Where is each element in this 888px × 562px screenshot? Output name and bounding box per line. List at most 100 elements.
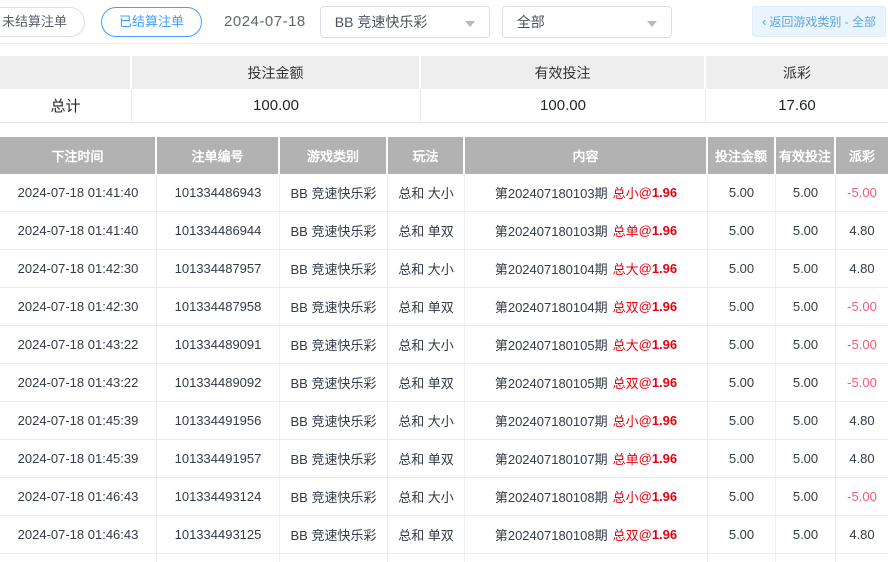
bet-content-cell: 第202407180107期总小@1.96 <box>465 402 708 440</box>
odds-separator: @ <box>639 489 652 504</box>
play-type-cell: 总和 大小 <box>388 478 465 516</box>
bet-amount-cell: 5.00 <box>708 516 776 554</box>
chevron-down-icon <box>647 21 657 27</box>
play-type-cell: 总和 单双 <box>388 440 465 478</box>
bet-time-cell: 2024-07-18 01:46:43 <box>0 478 157 516</box>
bet-time-cell: 2024-07-18 01:45:39 <box>0 440 157 478</box>
payout-cell: 4.80 <box>836 516 888 554</box>
odds-value: 1.96 <box>652 299 677 314</box>
back-to-game-category-button[interactable]: ‹返回游戏类别 - 全部 <box>752 6 886 37</box>
payout-cell: -5.00 <box>836 478 888 516</box>
header-bet-time: 下注时间 <box>0 137 157 174</box>
bet-id-cell: 101334486943 <box>157 174 280 212</box>
period-text: 第202407180108期 <box>495 525 608 544</box>
period-text: 第202407180105期 <box>495 335 608 354</box>
payout-cell: -5.00 <box>836 364 888 402</box>
bet-time-cell: 2024-07-18 01:42:30 <box>0 288 157 326</box>
bet-amount-cell: 5.00 <box>708 174 776 212</box>
bet-amount-cell: 5.00 <box>708 364 776 402</box>
odds-separator: @ <box>639 413 652 428</box>
valid-bet-cell: 5.00 <box>776 288 836 326</box>
summary-bet-amount-value: 100.00 <box>132 89 421 123</box>
odds-separator: @ <box>639 451 652 466</box>
filter-select[interactable]: 全部 <box>502 6 672 38</box>
bet-content-cell: 第202407180108期总小@1.96 <box>465 478 708 516</box>
payout-cell: -5.00 <box>836 288 888 326</box>
period-text: 第202407180108期 <box>495 487 608 506</box>
table-row: 2024-07-18 01:45:39 101334491957 BB 竞速快乐… <box>0 440 888 478</box>
payout-cell: 4.80 <box>836 402 888 440</box>
pick-text: 总双 <box>613 297 639 316</box>
header-bet-id: 注单编号 <box>157 137 280 174</box>
table-row: 2024-07-18 01:42:30 101334487958 BB 竞速快乐… <box>0 288 888 326</box>
table-row: 2024-07-18 01:41:40 101334486943 BB 竞速快乐… <box>0 174 888 212</box>
header-play-type: 玩法 <box>388 137 465 174</box>
valid-bet-cell: 5.00 <box>776 212 836 250</box>
tab-settled-bets[interactable]: 已结算注单 <box>101 7 202 37</box>
bet-time-cell: 2024-07-18 01:46:43 <box>0 516 157 554</box>
table-row: 2024-07-18 01:46:43 101334493125 BB 竞速快乐… <box>0 516 888 554</box>
play-type-cell: 总和 单双 <box>388 364 465 402</box>
table-row: 2024-07-18 01:43:22 101334489091 BB 竞速快乐… <box>0 326 888 364</box>
chevron-left-icon: ‹ <box>762 14 766 29</box>
bet-amount-cell: 5.00 <box>708 250 776 288</box>
period-text: 第202407180107期 <box>495 449 608 468</box>
bet-amount-cell: 5.00 <box>708 478 776 516</box>
game-type-select[interactable]: BB 竞速快乐彩 <box>320 6 490 38</box>
table-row: 2024-07-18 01:43:22 101334489092 BB 竞速快乐… <box>0 364 888 402</box>
summary-header-row: 投注金额 有效投注 派彩 <box>0 56 888 89</box>
bet-id-cell: 101334493124 <box>157 478 280 516</box>
play-type-cell: 总和 大小 <box>388 174 465 212</box>
bet-id-cell: 101334487958 <box>157 288 280 326</box>
game-category-cell: BB 竞速快乐彩 <box>280 440 388 478</box>
summary-header-bet-amount: 投注金额 <box>132 56 421 89</box>
summary-header-empty <box>0 56 132 89</box>
game-category-cell: BB 竞速快乐彩 <box>280 478 388 516</box>
period-text: 第202407180103期 <box>495 183 608 202</box>
game-category-cell: BB 竞速快乐彩 <box>280 402 388 440</box>
odds-value: 1.96 <box>652 413 677 428</box>
bet-content-cell: 第202407180108期总双@1.96 <box>465 516 708 554</box>
bet-time-cell: 2024-07-18 01:41:40 <box>0 212 157 250</box>
odds-value: 1.96 <box>652 223 677 238</box>
bet-time-cell: 2024-07-18 01:42:30 <box>0 250 157 288</box>
payout-cell: 4.80 <box>836 440 888 478</box>
date-value[interactable]: 2024-07-18 <box>224 13 306 30</box>
bet-time-cell: 2024-07-18 01:43:22 <box>0 326 157 364</box>
summary-total-label: 总计 <box>0 89 132 123</box>
pick-text: 总小 <box>613 183 639 202</box>
header-valid-bet: 有效投注 <box>776 137 836 174</box>
pick-text: 总大 <box>613 335 639 354</box>
records-header-row: 下注时间 注单编号 游戏类别 玩法 内容 投注金额 有效投注 派彩 <box>0 137 888 174</box>
pick-text: 总单 <box>613 449 639 468</box>
odds-value: 1.96 <box>652 451 677 466</box>
bet-time-cell: 2024-07-18 01:41:40 <box>0 174 157 212</box>
payout-cell: -5.00 <box>836 174 888 212</box>
odds-separator: @ <box>639 337 652 352</box>
game-category-cell: BB 竞速快乐彩 <box>280 516 388 554</box>
period-text: 第202407180104期 <box>495 297 608 316</box>
tab-unsettled-bets[interactable]: 未结算注单 <box>0 7 85 37</box>
table-row: 2024-07-18 01:45:39 101334491956 BB 竞速快乐… <box>0 402 888 440</box>
summary-header-payout: 派彩 <box>706 56 888 89</box>
odds-value: 1.96 <box>652 527 677 542</box>
valid-bet-cell: 5.00 <box>776 364 836 402</box>
play-type-cell: 总和 单双 <box>388 288 465 326</box>
payout-cell: 4.80 <box>836 212 888 250</box>
bet-amount-cell: 5.00 <box>708 212 776 250</box>
bet-content-cell: 第202407180103期总单@1.96 <box>465 212 708 250</box>
table-row: 2024-07-18 01:46:43 101334493124 BB 竞速快乐… <box>0 478 888 516</box>
back-button-label: 返回游戏类别 - 全部 <box>769 15 876 29</box>
period-text: 第202407180104期 <box>495 259 608 278</box>
partial-row <box>0 554 888 562</box>
filter-select-value: 全部 <box>517 12 545 32</box>
bet-id-cell: 101334486944 <box>157 212 280 250</box>
header-content: 内容 <box>465 137 708 174</box>
bet-id-cell: 101334491956 <box>157 402 280 440</box>
bet-id-cell: 101334487957 <box>157 250 280 288</box>
pick-text: 总小 <box>613 487 639 506</box>
summary-valid-bet-value: 100.00 <box>421 89 706 123</box>
odds-separator: @ <box>639 185 652 200</box>
game-category-cell: BB 竞速快乐彩 <box>280 174 388 212</box>
bet-amount-cell: 5.00 <box>708 402 776 440</box>
